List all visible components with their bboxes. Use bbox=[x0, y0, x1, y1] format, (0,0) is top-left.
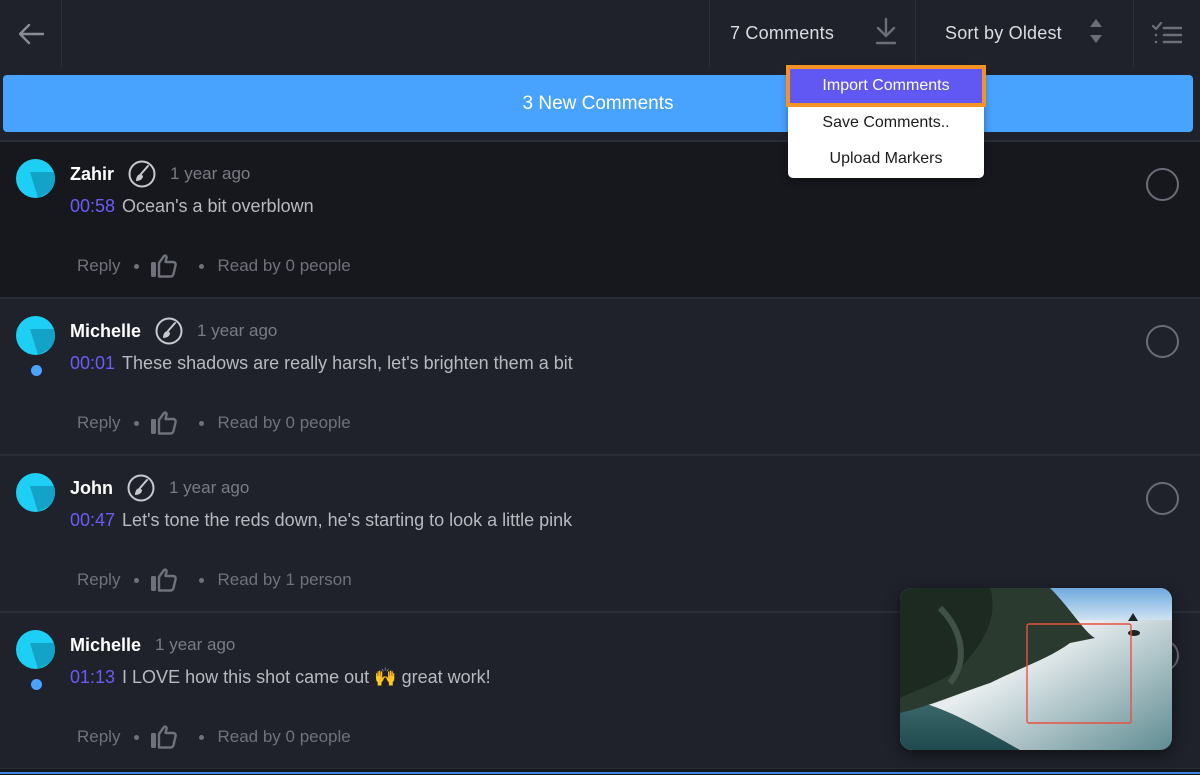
checklist-icon bbox=[1152, 21, 1182, 43]
read-receipt: Read by 1 person bbox=[217, 570, 352, 589]
comment-timecode[interactable]: 00:01 bbox=[70, 353, 115, 374]
bottom-divider bbox=[0, 768, 1200, 775]
separator-dot bbox=[199, 263, 205, 269]
resolve-checkbox[interactable] bbox=[1146, 482, 1179, 515]
avatar bbox=[16, 159, 55, 198]
separator-dot bbox=[199, 577, 205, 583]
comment-count-label: 7 Comments bbox=[730, 23, 835, 43]
reply-button[interactable]: Reply bbox=[77, 570, 120, 590]
reply-button[interactable]: Reply bbox=[77, 256, 120, 276]
toolbar: 7 Comments Sort by Oldest bbox=[0, 0, 1200, 67]
video-frame-image bbox=[900, 588, 1172, 750]
sort-label: Sort by Oldest bbox=[945, 23, 1062, 43]
comment-item[interactable]: Zahir 1 year ago 00:58 Ocean's a bit ove… bbox=[0, 140, 1200, 297]
avatar bbox=[16, 316, 55, 355]
menu-item-import-comments[interactable]: Import Comments bbox=[786, 65, 986, 107]
resolve-checkbox[interactable] bbox=[1146, 325, 1179, 358]
read-receipt: Read by 0 people bbox=[217, 413, 351, 432]
comment-time: 1 year ago bbox=[169, 478, 250, 497]
separator-dot bbox=[134, 263, 140, 269]
sort-dropdown[interactable]: Sort by Oldest bbox=[915, 0, 1133, 67]
comment-text: These shadows are really harsh, let's br… bbox=[122, 352, 573, 373]
comments-count-segment: 7 Comments bbox=[709, 0, 915, 67]
resolve-checkbox[interactable] bbox=[1146, 168, 1179, 201]
comment-time: 1 year ago bbox=[170, 164, 251, 183]
menu-item-save-comments[interactable]: Save Comments.. bbox=[788, 105, 984, 141]
unread-indicator bbox=[31, 365, 42, 376]
read-receipt: Read by 0 people bbox=[217, 727, 351, 746]
thumbs-up-icon[interactable] bbox=[150, 254, 178, 278]
thumbs-up-icon[interactable] bbox=[150, 411, 178, 435]
thumbs-up-icon[interactable] bbox=[150, 568, 178, 592]
comment-time: 1 year ago bbox=[155, 635, 236, 654]
comment-author: Michelle bbox=[70, 320, 142, 341]
separator-dot bbox=[134, 577, 140, 583]
back-button[interactable] bbox=[0, 0, 62, 67]
filter-button[interactable] bbox=[1133, 0, 1200, 67]
reply-button[interactable]: Reply bbox=[77, 413, 120, 433]
download-icon[interactable] bbox=[875, 16, 897, 46]
paintbrush-annotation-icon bbox=[155, 317, 183, 345]
comment-time: 1 year ago bbox=[197, 321, 278, 340]
comment-timecode[interactable]: 01:13 bbox=[70, 667, 115, 688]
comment-author: Michelle bbox=[70, 634, 142, 655]
video-preview-thumbnail[interactable] bbox=[900, 588, 1172, 750]
avatar bbox=[16, 473, 55, 512]
sort-arrows-icon bbox=[1090, 19, 1102, 43]
comment-author: John bbox=[70, 477, 113, 498]
arrow-left-icon bbox=[18, 23, 44, 44]
separator-dot bbox=[134, 734, 140, 740]
comment-text: I LOVE how this shot came out 🙌 great wo… bbox=[122, 666, 491, 687]
menu-item-upload-markers[interactable]: Upload Markers bbox=[788, 141, 984, 177]
read-receipt: Read by 0 people bbox=[217, 256, 351, 275]
comment-text: Ocean's a bit overblown bbox=[122, 195, 314, 216]
comment-timecode[interactable]: 00:58 bbox=[70, 196, 115, 217]
comment-text: Let's tone the reds down, he's starting … bbox=[122, 509, 573, 530]
separator-dot bbox=[134, 420, 140, 426]
comment-item[interactable]: Michelle 1 year ago 00:01 These shadows … bbox=[0, 297, 1200, 454]
separator-dot bbox=[199, 734, 205, 740]
reply-button[interactable]: Reply bbox=[77, 727, 120, 747]
new-comments-banner[interactable]: 3 New Comments bbox=[3, 75, 1193, 132]
paintbrush-annotation-icon bbox=[128, 160, 156, 188]
comment-author: Zahir bbox=[70, 163, 115, 184]
unread-indicator bbox=[31, 679, 42, 690]
comments-menu: Import Comments Save Comments.. Upload M… bbox=[786, 65, 986, 178]
thumbs-up-icon[interactable] bbox=[150, 725, 178, 749]
avatar bbox=[16, 630, 55, 669]
comment-timecode[interactable]: 00:47 bbox=[70, 510, 115, 531]
paintbrush-annotation-icon bbox=[127, 474, 155, 502]
separator-dot bbox=[199, 420, 205, 426]
